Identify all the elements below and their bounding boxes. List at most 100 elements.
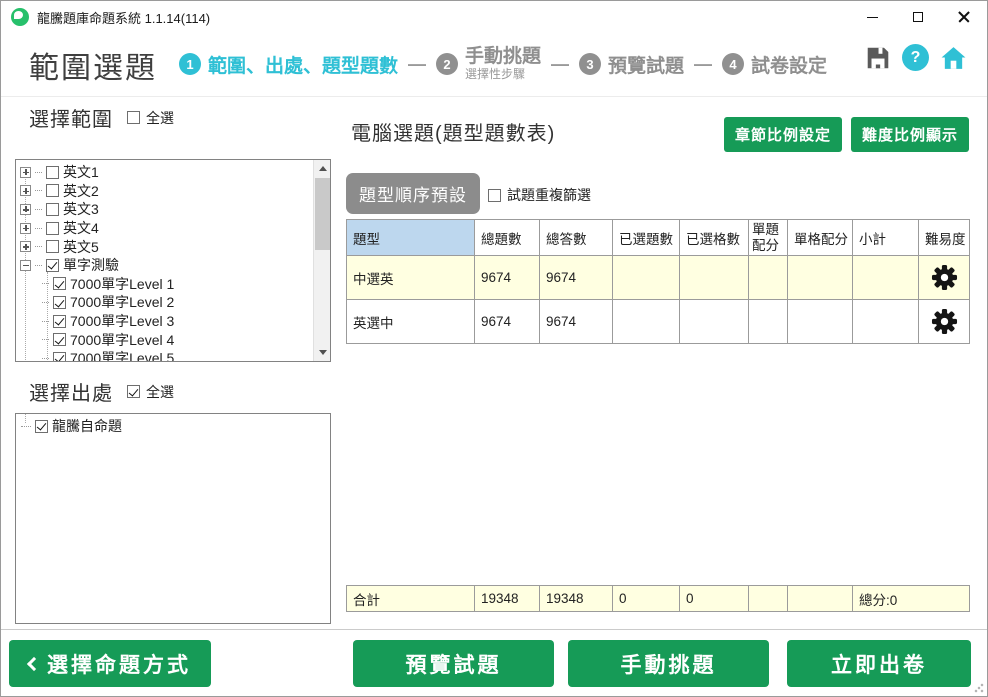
- step-1[interactable]: 1 範圍、出處、題型題數: [179, 51, 398, 78]
- difficulty-ratio-button[interactable]: 難度比例顯示: [851, 117, 969, 152]
- scroll-up-icon[interactable]: [314, 160, 331, 177]
- step-indicator: 1 範圍、出處、題型題數 — 2 手動挑題 選擇性步驟 — 3 預覽試題 — 4…: [179, 47, 827, 81]
- cell-total-questions: 9674: [475, 300, 540, 344]
- generate-exam-button[interactable]: 立即出卷: [787, 640, 971, 687]
- expand-icon[interactable]: [20, 204, 31, 215]
- minimize-button[interactable]: [849, 1, 895, 33]
- checkbox[interactable]: [53, 352, 66, 362]
- window-title: 龍騰題庫命題系統 1.1.14(114): [37, 8, 210, 27]
- resize-grip[interactable]: [974, 683, 984, 693]
- checkbox[interactable]: [46, 166, 59, 179]
- range-select-all-checkbox[interactable]: [127, 111, 140, 124]
- tree-item[interactable]: 7000單字Level 3: [16, 312, 313, 331]
- expand-icon[interactable]: [20, 185, 31, 196]
- tree-item[interactable]: 英文1: [16, 163, 313, 182]
- manual-pick-button[interactable]: 手動挑題: [568, 640, 769, 687]
- tree-item[interactable]: 7000單字Level 4: [16, 330, 313, 349]
- step-3-number: 3: [579, 53, 601, 75]
- total-selected-questions: 0: [613, 586, 680, 612]
- col-header: 單題配分: [749, 220, 788, 256]
- checkbox[interactable]: [53, 315, 66, 328]
- cell-per-question-score[interactable]: [749, 300, 788, 344]
- checkbox[interactable]: [46, 184, 59, 197]
- step-3-label: 預覽試題: [608, 51, 684, 78]
- save-icon[interactable]: [865, 45, 891, 71]
- type-order-button[interactable]: 題型順序預設: [346, 173, 480, 214]
- checkbox[interactable]: [53, 277, 66, 290]
- step-4[interactable]: 4 試卷設定: [722, 51, 827, 78]
- close-button[interactable]: [941, 1, 987, 33]
- checkbox[interactable]: [53, 333, 66, 346]
- tree-item[interactable]: 單字測驗: [16, 256, 313, 275]
- step-4-number: 4: [722, 53, 744, 75]
- checkbox[interactable]: [53, 296, 66, 309]
- range-section-header: 選擇範圍 全選: [29, 103, 174, 132]
- footer-divider: [1, 629, 987, 630]
- cell-selected-cells[interactable]: [680, 256, 749, 300]
- page-title: 範圍選題: [29, 43, 157, 87]
- cell-type: 英選中: [347, 300, 475, 344]
- app-logo-icon: [11, 8, 29, 26]
- checkbox[interactable]: [46, 240, 59, 253]
- checkbox[interactable]: [46, 222, 59, 235]
- maximize-button[interactable]: [895, 1, 941, 33]
- col-header: 單格配分: [788, 220, 853, 256]
- step-3[interactable]: 3 預覽試題: [579, 51, 684, 78]
- difficulty-settings-cell[interactable]: [919, 256, 970, 300]
- tree-item[interactable]: 7000單字Level 2: [16, 293, 313, 312]
- total-questions: 19348: [475, 586, 540, 612]
- source-select-all[interactable]: 全選: [127, 382, 174, 402]
- home-icon[interactable]: [940, 45, 967, 71]
- step-2-number: 2: [436, 53, 458, 75]
- help-icon[interactable]: ?: [902, 44, 929, 71]
- repeat-filter-label: 試題重複篩選: [507, 185, 591, 205]
- cell-per-cell-score[interactable]: [788, 300, 853, 344]
- tree-item[interactable]: 龍騰自命題: [16, 417, 313, 436]
- scrollbar[interactable]: [313, 160, 330, 361]
- step-2[interactable]: 2 手動挑題 選擇性步驟: [436, 47, 541, 81]
- col-header: 總答數: [540, 220, 613, 256]
- gear-icon[interactable]: [931, 308, 958, 335]
- tree-item[interactable]: 英文3: [16, 200, 313, 219]
- gear-icon[interactable]: [931, 264, 958, 291]
- tree-item[interactable]: 英文2: [16, 182, 313, 201]
- collapse-icon[interactable]: [20, 260, 31, 271]
- repeat-filter[interactable]: 試題重複篩選: [488, 185, 591, 205]
- tree-item[interactable]: 英文5: [16, 237, 313, 256]
- step-separator: —: [551, 54, 569, 75]
- totals-row: 合計 19348 19348 0 0 總分:0: [347, 586, 970, 612]
- cell-selected-cells[interactable]: [680, 300, 749, 344]
- scrollbar-thumb[interactable]: [315, 178, 330, 250]
- checkbox[interactable]: [46, 203, 59, 216]
- col-header: 題型: [347, 220, 475, 256]
- checkbox[interactable]: [46, 259, 59, 272]
- chapter-ratio-button[interactable]: 章節比例設定: [724, 117, 842, 152]
- cell-per-cell-score[interactable]: [788, 256, 853, 300]
- repeat-filter-checkbox[interactable]: [488, 189, 501, 202]
- cell-selected-questions[interactable]: [613, 256, 680, 300]
- preview-questions-button[interactable]: 預覽試題: [353, 640, 554, 687]
- source-section-header: 選擇出處 全選: [29, 377, 174, 406]
- col-header: 小計: [853, 220, 919, 256]
- back-button[interactable]: 選擇命題方式: [9, 640, 211, 687]
- expand-icon[interactable]: [20, 241, 31, 252]
- cell-per-question-score[interactable]: [749, 256, 788, 300]
- scroll-down-icon[interactable]: [314, 344, 331, 361]
- tree-item[interactable]: 7000單字Level 5: [16, 349, 313, 362]
- cell-total-answers: 9674: [540, 300, 613, 344]
- tree-item[interactable]: 7000單字Level 1: [16, 275, 313, 294]
- expand-icon[interactable]: [20, 223, 31, 234]
- app-window: 龍騰題庫命題系統 1.1.14(114) 範圍選題 1 範圍、出處、題型題數 —…: [0, 0, 988, 697]
- computer-selection-title: 電腦選題(題型題數表): [351, 117, 555, 146]
- step-1-label: 範圍、出處、題型題數: [208, 51, 398, 78]
- question-type-table: 題型 總題數 總答數 已選題數 已選格數 單題配分 單格配分 小計 難易度 中選…: [346, 219, 970, 344]
- expand-icon[interactable]: [20, 167, 31, 178]
- chevron-left-icon: [27, 656, 41, 670]
- difficulty-settings-cell[interactable]: [919, 300, 970, 344]
- tree-item[interactable]: 英文4: [16, 219, 313, 238]
- source-select-all-checkbox[interactable]: [127, 385, 140, 398]
- checkbox[interactable]: [35, 420, 48, 433]
- source-tree: 龍騰自命題: [15, 413, 331, 624]
- range-select-all[interactable]: 全選: [127, 108, 174, 128]
- cell-selected-questions[interactable]: [613, 300, 680, 344]
